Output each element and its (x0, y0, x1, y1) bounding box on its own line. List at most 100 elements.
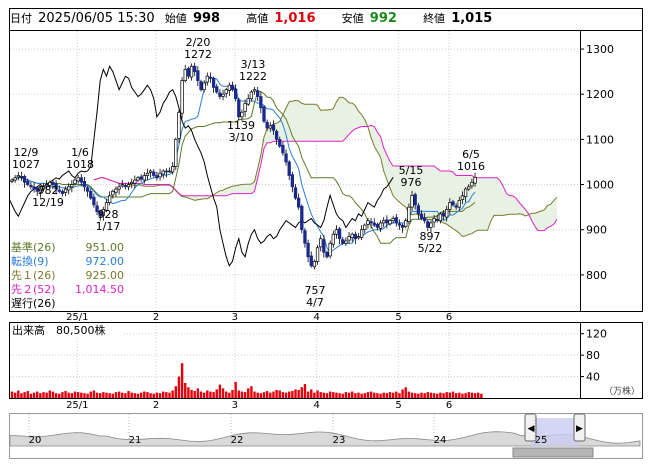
volume-bar (341, 393, 344, 398)
volume-bar (360, 393, 363, 398)
candle (262, 105, 266, 124)
volume-bar (218, 384, 222, 398)
volume-bar (39, 393, 42, 398)
legend-entry: 先２(52) 1,014.50 (10, 282, 128, 296)
volume-bar (193, 391, 196, 398)
candle (237, 97, 241, 121)
volume-bar (439, 392, 442, 398)
volume-bar (187, 387, 190, 398)
legend-value: 951.00 (86, 241, 125, 254)
volume-bar (306, 391, 310, 398)
volume-tick-label: 80 (586, 349, 600, 362)
legend-value: 972.00 (86, 255, 125, 268)
volume-bar (99, 393, 102, 398)
volume-bar (269, 392, 272, 398)
volume-bar (199, 391, 203, 398)
annotation-value: 1027 (12, 158, 40, 171)
volume-bar (313, 392, 316, 398)
volume-x-tick-label: 3 (232, 400, 238, 411)
volume-bar (347, 392, 351, 398)
annotation-value: 1272 (184, 48, 212, 61)
candle (199, 79, 203, 92)
volume-bar (136, 393, 140, 398)
volume-bar (300, 387, 303, 398)
price-annotation: 8975/22 (418, 230, 443, 255)
candle (180, 77, 184, 119)
close-label: 終値 (423, 12, 446, 25)
volume-bar (143, 391, 146, 398)
volume-bar (240, 391, 244, 398)
legend-name: 先１(26) (11, 269, 56, 282)
volume-bar (335, 392, 338, 398)
volume-x-tick-label: 25/1 (66, 400, 88, 411)
volume-bar (58, 393, 61, 398)
legend-name: 先２(52) (11, 283, 56, 296)
legend-entry: 遅行(26) (10, 296, 128, 310)
x-tick-label: 5 (395, 312, 401, 323)
volume-bar (23, 392, 26, 398)
volume-bar (231, 389, 234, 398)
high-value: 1,016 (274, 11, 316, 26)
volume-bar (297, 389, 300, 398)
volume-bar (29, 393, 33, 398)
volume-bar (473, 393, 477, 398)
volume-bar (253, 391, 256, 398)
volume-bar (237, 390, 240, 398)
volume-bar (10, 391, 14, 398)
volume-bar (168, 392, 171, 398)
volume-bar (328, 391, 332, 398)
candle (177, 109, 181, 143)
volume-bar (171, 390, 174, 398)
volume-bar (322, 392, 326, 398)
volume-bar (202, 392, 206, 398)
datetime-value: 2025/06/05 15:30 (38, 11, 155, 26)
volume-bar (404, 387, 407, 398)
volume-bar (436, 393, 439, 398)
volume-bar (45, 392, 48, 398)
navigator-tick-label: 22 (231, 435, 244, 446)
volume-bar (130, 392, 133, 398)
volume-bar (291, 391, 294, 398)
volume-label: 出来高 80,500株 (12, 323, 106, 337)
y-tick-label: 1100 (586, 133, 614, 146)
volume-bar (206, 390, 209, 398)
volume-bar (410, 392, 414, 398)
y-tick-label: 1200 (586, 88, 614, 101)
volume-bar (423, 393, 426, 398)
volume-bar (275, 389, 278, 398)
volume-bar (70, 393, 74, 398)
volume-bar (127, 391, 130, 398)
volume-bar (256, 392, 259, 398)
volume-bar (344, 392, 348, 398)
header-bar: 日付 2025/06/05 15:30 始値 998 高値 1,016 安値 9… (10, 8, 580, 30)
candle (328, 240, 332, 259)
x-tick-label: 4 (314, 312, 320, 323)
volume-bar (212, 392, 215, 398)
volume-bar (26, 391, 29, 398)
x-tick-label: 25/1 (66, 312, 88, 323)
volume-bar (303, 384, 307, 398)
annotation-value: 1016 (457, 160, 485, 173)
annotation-date: 1/17 (96, 220, 121, 233)
volume-bar (32, 392, 36, 398)
navigator-scrollbar[interactable] (512, 447, 594, 458)
volume-bar (177, 376, 181, 398)
volume-bar (445, 392, 448, 398)
volume-bar (376, 393, 379, 398)
volume-bar (319, 392, 322, 398)
volume-bar (95, 392, 99, 398)
volume-bar (477, 392, 480, 398)
volume-bar (51, 391, 55, 398)
volume-bar (442, 393, 445, 398)
volume-bar (388, 392, 392, 398)
open-label: 始値 (164, 12, 187, 25)
volume-x-tick-label: 4 (314, 400, 320, 411)
volume-bar (92, 390, 96, 398)
volume-bar (228, 392, 231, 398)
volume-bar (354, 393, 357, 398)
volume-bar (338, 393, 341, 398)
volume-bar (391, 392, 395, 398)
x-tick-label: 3 (232, 312, 238, 323)
volume-bar (398, 393, 401, 398)
volume-bar (196, 388, 200, 398)
